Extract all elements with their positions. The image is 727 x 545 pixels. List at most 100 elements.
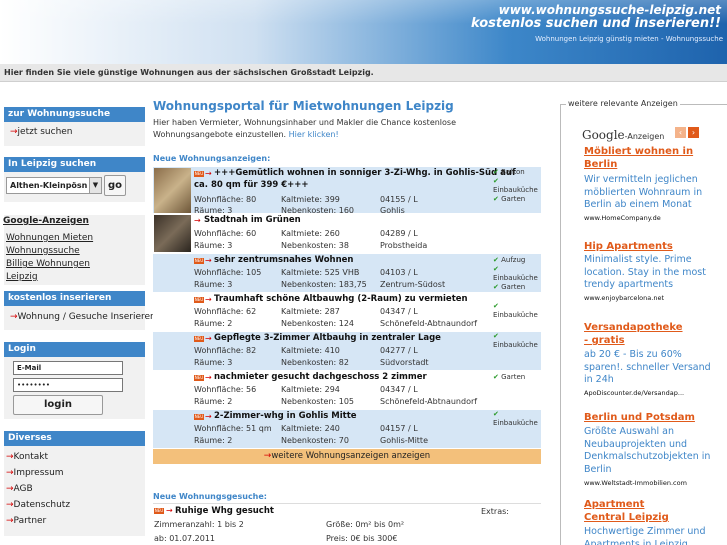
ad-text[interactable]: ab 20 € - Bis zu 60% sparen!. schneller … — [584, 349, 714, 387]
google-ads-heading[interactable]: Google-Anzeigen — [3, 216, 89, 226]
request-size: Größe: 0m² bis 0m² — [326, 520, 405, 529]
ads-suffix: -Anzeigen — [624, 132, 665, 141]
ad-url[interactable]: ApoDiscounter.de/Versandap... — [584, 389, 684, 397]
arrow-icon: → — [6, 484, 14, 494]
arrow-icon: → — [6, 516, 14, 526]
site-slogan: kostenlos suchen und inserieren!! — [471, 16, 721, 31]
google-link-leipzig[interactable]: Leipzig — [6, 272, 38, 282]
ad-text[interactable]: Hochwertige Zimmer und Apartments in Lei… — [584, 526, 714, 545]
google-link-billige-wohnungen[interactable]: Billige Wohnungen — [6, 259, 90, 269]
login-heading: Login — [4, 342, 145, 357]
district-select[interactable]: Althen-Kleinpösn ▼ — [6, 177, 102, 194]
feature-label: Balkon — [501, 168, 525, 176]
site-url[interactable]: www.wohnungssuche-leipzig.net — [499, 3, 721, 17]
request-rooms: Zimmeranzahl: 1 bis 2 — [154, 520, 244, 529]
chevron-right-icon[interactable]: › — [688, 127, 699, 138]
table-row[interactable]: NEU → 2-Zimmer-whg in Gohlis Mitte Wohnf… — [153, 410, 541, 449]
intro-bar: Hier finden Sie viele günstige Wohnungen… — [0, 64, 727, 82]
feature-item: ✔ Garten — [493, 373, 525, 382]
insert-link[interactable]: →Wohnung / Gesuche Inserieren — [10, 312, 156, 322]
ad-url[interactable]: www.HomeCompany.de — [584, 214, 661, 222]
listing-photo[interactable] — [154, 168, 191, 213]
check-icon: ✔ — [493, 265, 499, 273]
new-badge: NEU — [194, 171, 204, 177]
listing-photo[interactable] — [154, 215, 191, 252]
chevron-left-icon[interactable]: ‹ — [675, 127, 686, 138]
feature-item: Einbauküche — [493, 186, 538, 195]
arrow-icon: → — [205, 373, 212, 382]
feature-item: ✔ — [493, 332, 538, 341]
click-here-link[interactable]: Hier klicken! — [289, 130, 339, 139]
search-box: →jetzt suchen — [4, 122, 145, 146]
ad-text[interactable]: Minimalist style. Prime location. Stay i… — [584, 254, 714, 292]
arrow-icon: → — [10, 127, 18, 137]
listing-features: ✔ Garten — [493, 373, 525, 382]
listing-title[interactable]: sehr zentrumsnahes Wohnen — [214, 255, 353, 265]
table-row[interactable]: NEU → Gepflegte 3-Zimmer Altbauhg in zen… — [153, 332, 541, 371]
feature-label: Einbauküche — [493, 186, 538, 194]
listing-features: ✔ Einbauküche — [493, 332, 538, 350]
ad-title[interactable]: Hip Apartments — [584, 240, 673, 253]
feature-item: ✔ Einbauküche — [493, 265, 541, 283]
listing-features: ✔ Balkon ✔ Einbauküche ✔ Garten — [493, 168, 538, 204]
extra-costs: Nebenkosten: 82 — [281, 358, 349, 367]
ad-url[interactable]: www.Weltstadt-Immobilien.com — [584, 479, 687, 487]
kontakt-link[interactable]: →Kontakt — [6, 452, 48, 462]
city-box: Althen-Kleinpösn ▼ go — [4, 172, 145, 202]
email-field[interactable]: E-Mail — [13, 361, 123, 375]
ad-text[interactable]: Wir vermitteln jeglichen möblierten Wohn… — [584, 174, 714, 212]
rooms: Räume: 2 — [194, 397, 233, 406]
search-link[interactable]: →jetzt suchen — [10, 127, 73, 137]
ad-url[interactable]: www.enjoybarcelona.net — [584, 294, 664, 302]
chevron-down-icon[interactable]: ▼ — [89, 178, 101, 193]
feature-item: ✔ Garten — [493, 195, 538, 204]
ad-title[interactable]: Möbliert wohnen in Berlin — [584, 145, 694, 171]
request-price: Preis: 0€ bis 300€ — [326, 534, 398, 543]
agb-link[interactable]: →AGB — [6, 484, 33, 494]
ad-text[interactable]: Größte Auswahl an Neubauprojekten und De… — [584, 426, 714, 476]
cold-rent: Kaltmiete: 525 VHB — [281, 268, 360, 277]
ad-title[interactable]: Versandapotheke - gratis — [584, 321, 684, 347]
listing-title-line2[interactable]: ca. 80 qm für 399 €+++ — [194, 180, 309, 190]
arrow-icon: → — [205, 256, 212, 265]
ad-title[interactable]: Berlin und Potsdam — [584, 411, 695, 424]
listing-title[interactable]: Gepflegte 3-Zimmer Altbauhg in zentraler… — [214, 333, 441, 343]
misc-heading: Diverses — [4, 431, 145, 446]
request-row[interactable]: NEU → Ruhige Whg gesucht Extras: — [153, 504, 541, 518]
district: Schönefeld-Abtnaundorf — [380, 319, 478, 328]
postal-code: 04277 / L — [380, 346, 418, 355]
cold-rent: Kaltmiete: 287 — [281, 307, 340, 316]
table-row[interactable]: NEU → nachmieter gesucht dachgeschoss 2 … — [153, 371, 541, 410]
request-details: Zimmeranzahl: 1 bis 2 Größe: 0m² bis 0m² — [153, 518, 541, 532]
listing-title[interactable]: Traumhaft schöne Altbauwhg (2-Raum) zu v… — [214, 294, 468, 304]
google-link-wohnungssuche[interactable]: Wohnungssuche — [6, 246, 80, 256]
more-listings-link[interactable]: →weitere Wohnungsanzeigen anzeigen — [153, 449, 541, 464]
login-button[interactable]: login — [13, 395, 103, 415]
request-title[interactable]: Ruhige Whg gesucht — [175, 506, 274, 516]
new-badge: NEU — [194, 414, 204, 420]
table-row[interactable]: NEU → Traumhaft schöne Altbauwhg (2-Raum… — [153, 293, 541, 332]
ad-title[interactable]: Apartment Central Leipzig — [584, 498, 684, 524]
feature-label: Garten — [501, 195, 526, 203]
datenschutz-link[interactable]: →Datenschutz — [6, 500, 70, 510]
listing-title[interactable]: Stadtnah im Grünen — [204, 215, 301, 225]
table-row[interactable]: NEU → sehr zentrumsnahes Wohnen Wohnfläc… — [153, 254, 541, 293]
impressum-link[interactable]: →Impressum — [6, 468, 64, 478]
go-button[interactable]: go — [104, 175, 126, 196]
listing-title[interactable]: nachmieter gesucht dachgeschoss 2 zimmer — [214, 372, 427, 382]
google-link-wohnungen-mieten[interactable]: Wohnungen Mieten — [6, 233, 93, 243]
rooms: Räume: 3 — [194, 241, 233, 250]
feature-label: Garten — [501, 283, 526, 291]
city-heading: In Leipzig suchen — [4, 157, 145, 172]
check-icon: ✔ — [493, 168, 499, 176]
partner-link[interactable]: →Partner — [6, 516, 46, 526]
google-logo: Google — [582, 128, 625, 142]
password-field[interactable]: •••••••• — [13, 378, 123, 392]
listing-title[interactable]: 2-Zimmer-whg in Gohlis Mitte — [214, 411, 357, 421]
listing-title[interactable]: +++Gemütlich wohnen in sonniger 3-Zi-Whg… — [214, 168, 516, 178]
table-row[interactable]: → Stadtnah im Grünen Wohnfläche: 60 Kalt… — [153, 214, 541, 254]
offers-label: Neue Wohnungsanzeigen: — [153, 154, 271, 163]
check-icon: ✔ — [493, 177, 499, 185]
request-from: ab: 01.07.2011 — [154, 534, 216, 543]
table-row[interactable]: NEU → +++Gemütlich wohnen in sonniger 3-… — [153, 167, 541, 215]
